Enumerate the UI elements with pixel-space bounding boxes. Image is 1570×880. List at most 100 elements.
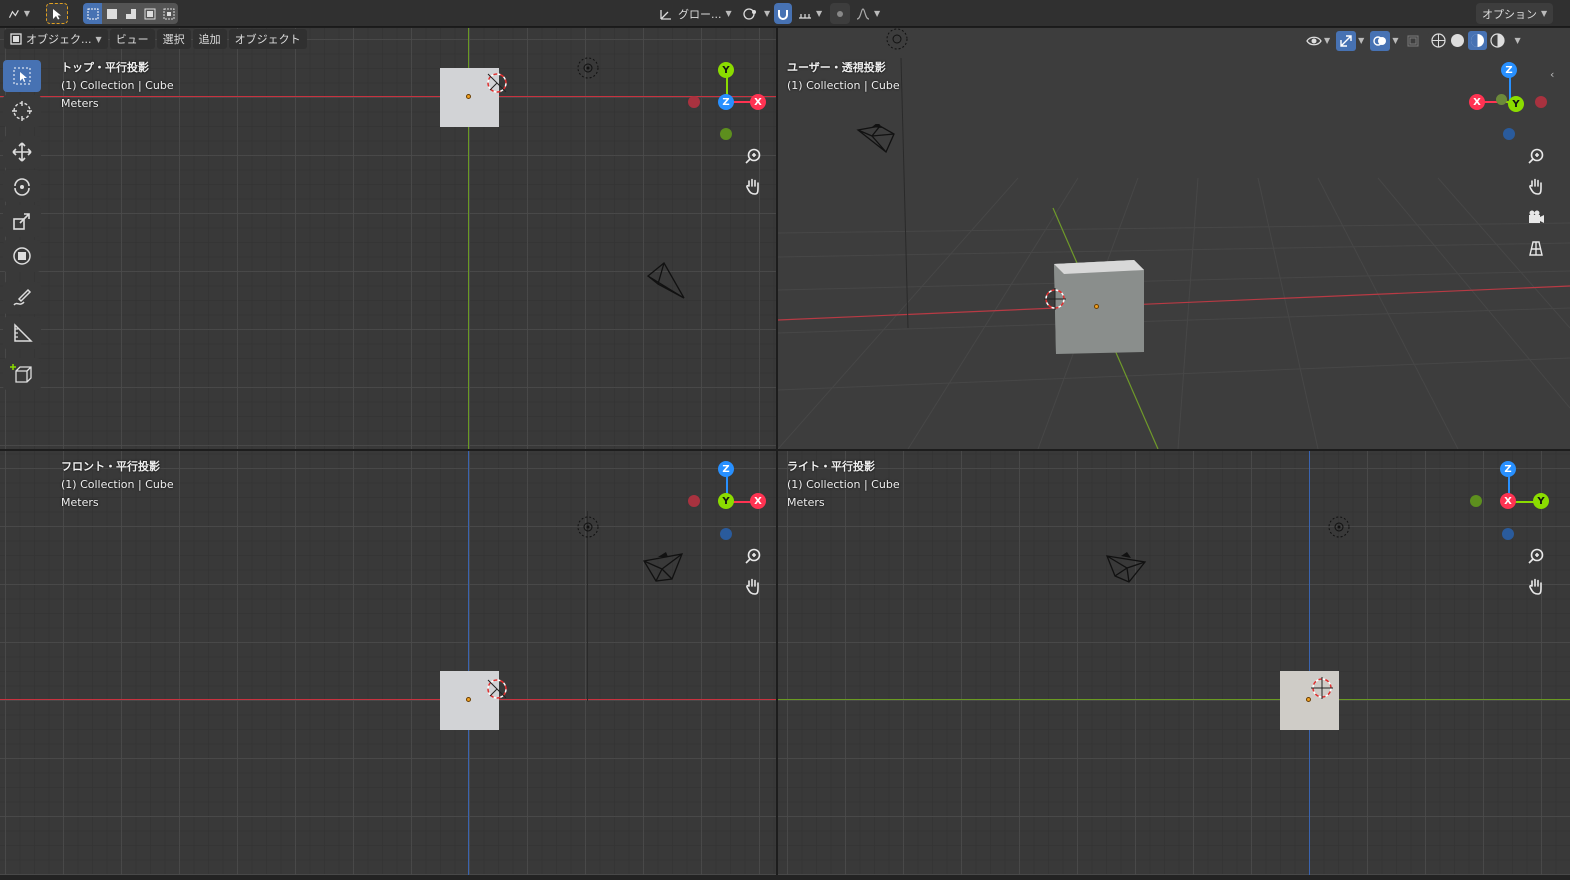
sidebar-expand-arrow[interactable]: ‹ (1550, 68, 1554, 81)
gizmo-x-button[interactable]: X (1500, 493, 1516, 509)
viewport-front[interactable]: フロント・平行投影 (1) Collection | Cube Meters Z… (0, 451, 776, 875)
solid-shading-icon[interactable] (1449, 32, 1466, 49)
select-mode-tool-button[interactable] (46, 3, 68, 24)
select-menu[interactable]: 選択 (156, 29, 191, 49)
transform-orientation-dropdown[interactable]: グロー... ▼ (652, 3, 738, 24)
gizmo-x-button[interactable]: X (750, 94, 766, 110)
bottom-border (0, 875, 1570, 880)
camera-view-button[interactable] (1523, 204, 1549, 230)
visibility-dropdown[interactable]: ▼ (1306, 34, 1330, 48)
gizmo-neg-x-button[interactable] (688, 96, 700, 108)
zoom-button[interactable] (740, 143, 766, 169)
options-dropdown[interactable]: オプション ▼ (1476, 3, 1554, 24)
material-shading-icon[interactable] (1468, 31, 1488, 50)
gizmo-x-button[interactable]: X (1469, 94, 1485, 110)
camera-object-icon[interactable] (642, 551, 686, 583)
select-intersect-button[interactable] (159, 3, 178, 24)
overlay-dropdown[interactable]: ▼ (1370, 30, 1398, 51)
tool-measure[interactable] (3, 317, 41, 349)
gizmo-dropdown[interactable]: ▼ (1336, 30, 1364, 51)
xray-toggle[interactable] (1404, 32, 1422, 50)
gizmo-z-button[interactable]: Z (718, 461, 734, 477)
camera-object-icon[interactable] (1105, 552, 1149, 584)
gizmo-neg-z-button[interactable] (1502, 528, 1514, 540)
overlay-toggle[interactable] (1370, 30, 1391, 51)
zoom-button[interactable] (740, 543, 766, 569)
select-subtract-button[interactable] (121, 3, 140, 24)
tool-rotate[interactable] (3, 170, 41, 202)
gizmo-x-button[interactable]: X (750, 493, 766, 509)
tool-scale[interactable] (3, 205, 41, 237)
tool-transform[interactable] (3, 240, 41, 272)
viewport-user-perspective[interactable]: ユーザー・透視投影 (1) Collection | Cube ▼ ▼ ▼ ▼ … (778, 28, 1570, 449)
light-object-icon[interactable] (575, 514, 601, 540)
snap-toggle[interactable] (774, 3, 792, 24)
pan-button[interactable] (1523, 573, 1549, 599)
object-origin (1094, 304, 1099, 309)
pan-button[interactable] (740, 173, 766, 199)
pan-button[interactable] (740, 573, 766, 599)
gizmo-neg-y-button[interactable] (720, 128, 732, 140)
viewport-divider-vertical[interactable] (776, 28, 778, 875)
gizmo-z-button[interactable]: Z (1500, 461, 1516, 477)
gizmo-neg-z-button[interactable] (720, 528, 732, 540)
add-menu[interactable]: 追加 (192, 29, 227, 49)
toggle-ortho-button[interactable] (1523, 235, 1549, 261)
tool-cursor[interactable] (3, 95, 41, 127)
tool-move[interactable] (3, 136, 41, 168)
light-object-icon[interactable] (1326, 514, 1352, 540)
gizmo-neg-x-button[interactable] (688, 495, 700, 507)
rendered-shading-icon[interactable] (1489, 32, 1506, 49)
editor-type-button[interactable]: ▼ (2, 3, 36, 24)
light-object-icon[interactable] (884, 28, 910, 52)
wireframe-shading-icon[interactable] (1430, 32, 1447, 49)
shading-options-chevron[interactable]: ▼ (1514, 36, 1520, 45)
gizmo-neg-y-button[interactable] (1496, 94, 1507, 105)
select-new-button[interactable] (83, 3, 102, 24)
object-mode-dropdown[interactable]: オブジェク... ▼ (4, 29, 108, 49)
gizmo-neg-x-button[interactable] (1535, 96, 1547, 108)
zoom-button[interactable] (1523, 543, 1549, 569)
gizmo-y-button[interactable]: Y (718, 493, 734, 509)
cursor-arrow-icon (53, 8, 61, 19)
object-menu[interactable]: オブジェクト (228, 29, 307, 49)
selection-mode-group (83, 3, 178, 24)
gizmo-y-button[interactable]: Y (1533, 493, 1549, 509)
select-invert-button[interactable] (140, 3, 159, 24)
object-mode-label: オブジェク... (26, 33, 92, 46)
viewport-units: Meters (787, 496, 825, 509)
gizmo-y-button[interactable]: Y (718, 62, 734, 78)
camera-object-icon[interactable] (644, 260, 688, 302)
proportional-falloff-dropdown[interactable]: ▼ (850, 3, 886, 24)
gizmo-z-button[interactable]: Z (718, 94, 734, 110)
tool-add-cube[interactable] (3, 358, 41, 390)
pan-button[interactable] (1523, 173, 1549, 199)
viewport-top[interactable]: トップ・平行投影 (1) Collection | Cube Meters Y … (0, 28, 776, 449)
camera-object-icon[interactable] (856, 124, 898, 154)
viewport-divider-horizontal[interactable] (0, 449, 1570, 451)
object-origin (466, 94, 471, 99)
viewport-right[interactable]: ライト・平行投影 (1) Collection | Cube Meters Z … (778, 451, 1570, 875)
light-object-icon[interactable] (575, 55, 601, 81)
3d-cursor-icon[interactable] (484, 676, 512, 704)
tool-select-box[interactable] (3, 60, 41, 92)
zoom-icon (745, 148, 761, 164)
zoom-button[interactable] (1523, 143, 1549, 169)
gizmo-y-button[interactable]: Y (1508, 96, 1524, 112)
3d-cursor-icon[interactable] (1042, 286, 1068, 312)
proportional-editing-toggle[interactable] (830, 3, 850, 24)
gizmo-z-button[interactable]: Z (1501, 62, 1517, 78)
select-extend-button[interactable] (102, 3, 121, 24)
viewport-units: Meters (61, 97, 99, 110)
gizmo-toggle[interactable] (1336, 30, 1357, 51)
tool-annotate[interactable] (3, 282, 41, 314)
3d-cursor-icon[interactable] (1310, 675, 1336, 703)
snap-target-dropdown[interactable]: ▼ (792, 3, 828, 24)
gizmo-neg-y-button[interactable] (1470, 495, 1482, 507)
gizmo-neg-z-button[interactable] (1503, 128, 1515, 140)
pivot-point-dropdown[interactable]: ▼ (736, 3, 776, 24)
3d-cursor-icon[interactable] (484, 70, 512, 98)
view-menu[interactable]: ビュー (109, 29, 155, 49)
hand-icon (746, 178, 759, 195)
options-label: オプション (1482, 7, 1537, 21)
